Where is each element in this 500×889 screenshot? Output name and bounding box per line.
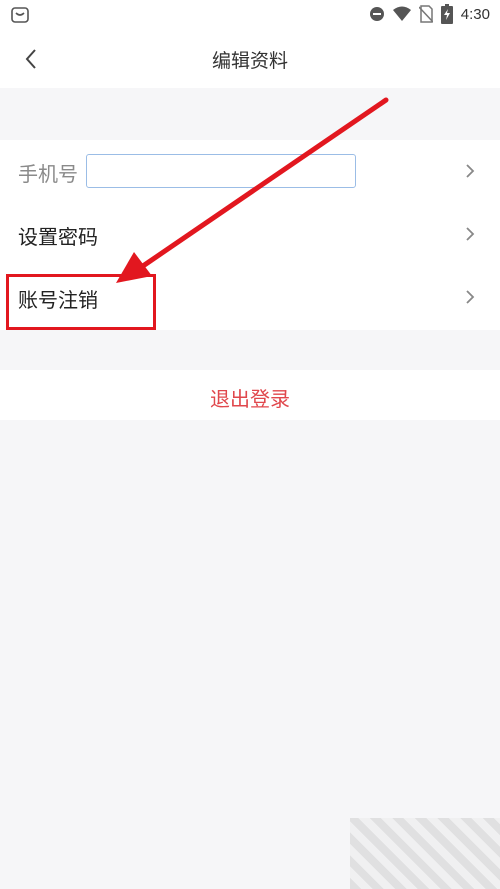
status-time: 4:30 [460, 5, 490, 23]
nav-bar: 编辑资料 [0, 30, 500, 88]
do-not-disturb-icon [369, 7, 384, 21]
phone-number-input[interactable] [86, 154, 356, 188]
logout-button[interactable]: 退出登录 [0, 370, 500, 420]
battery-charging-icon [440, 4, 453, 24]
chevron-right-icon [466, 164, 475, 178]
status-bar: 4:30 [0, 0, 500, 30]
chevron-right-icon [466, 227, 475, 241]
wifi-icon [392, 6, 411, 21]
watermark-image [350, 818, 500, 889]
page-title: 编辑资料 [211, 50, 288, 72]
no-sim-icon [418, 5, 433, 23]
set-password-row[interactable]: 设置密码 [0, 203, 500, 266]
annotation-arrow-icon [116, 97, 389, 283]
chevron-right-icon [466, 290, 475, 304]
logout-label: 退出登录 [210, 387, 290, 411]
phone-number-label: 手机号 [18, 162, 78, 186]
annotation-highlight-box [6, 274, 156, 330]
shopping-bag-icon [11, 7, 29, 23]
phone-number-row[interactable]: 手机号 [0, 140, 500, 203]
set-password-label: 设置密码 [18, 225, 98, 249]
